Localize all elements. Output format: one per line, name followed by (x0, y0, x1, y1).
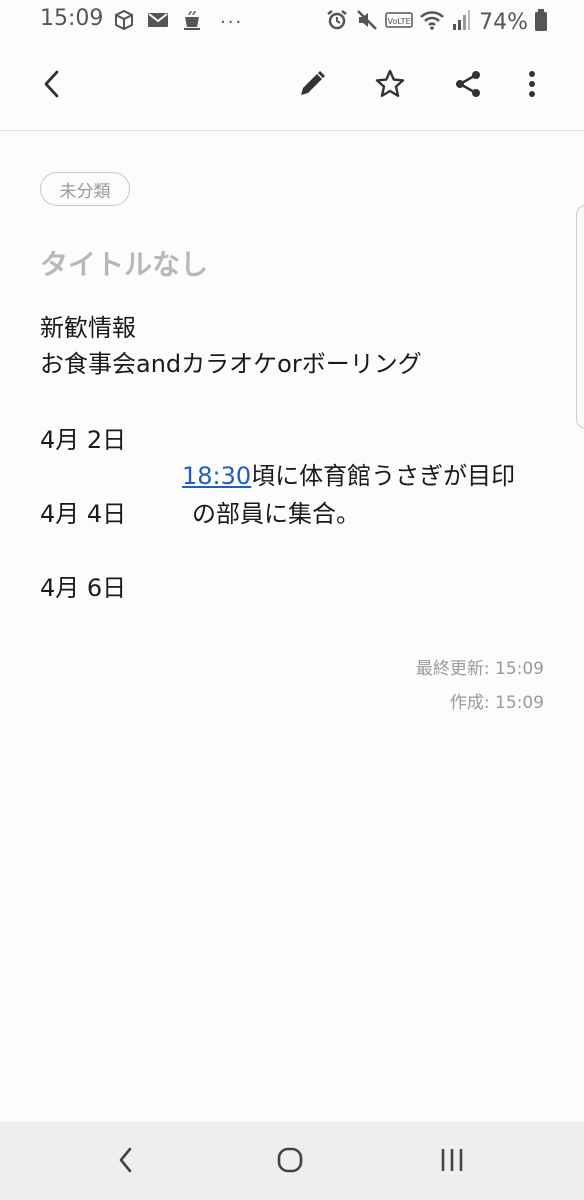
note-screen: 15:09 ··· VoLTE 74% 未分類 タイトルなし 新歓情報 お食事会… (0, 0, 584, 1200)
mute-icon (355, 8, 379, 36)
note-line: 4月 2日 (40, 426, 127, 454)
svg-text:VoLTE: VoLTE (388, 17, 411, 26)
nav-recents-icon (439, 1147, 465, 1177)
created-text: 作成: 15:09 (449, 693, 544, 713)
cup-icon (180, 8, 204, 36)
nav-recents-button[interactable] (430, 1140, 474, 1184)
nav-back-button[interactable] (104, 1140, 148, 1184)
volte-icon: VoLTE (385, 10, 413, 34)
share-icon (453, 69, 483, 103)
note-line: 18:30頃に体育館うさぎが目印 (182, 456, 515, 491)
battery-percent: 74% (479, 9, 528, 35)
note-line: 4月 6日 (40, 574, 127, 602)
status-time: 15:09 (40, 6, 104, 31)
nav-home-icon (276, 1146, 304, 1178)
note-line: お食事会andカラオケorボーリング (40, 350, 422, 378)
nav-back-icon (116, 1146, 136, 1178)
navigation-bar (0, 1122, 584, 1200)
scroll-handle[interactable] (576, 205, 584, 429)
more-vertical-icon (527, 69, 537, 103)
note-line-text: 頃に体育館うさぎが目印 (251, 462, 516, 490)
note-line: の部員に集合。 (192, 500, 360, 528)
note-line: 新歓情報 (40, 314, 136, 342)
status-bar: 15:09 ··· VoLTE 74% (0, 0, 584, 40)
time-link[interactable]: 18:30 (182, 462, 251, 490)
note-title[interactable]: タイトルなし (40, 243, 208, 283)
status-system-icons: VoLTE 74% (325, 8, 548, 36)
alarm-icon (325, 8, 349, 36)
chevron-left-icon (40, 69, 64, 103)
more-options-button[interactable] (510, 64, 554, 108)
pencil-icon (297, 69, 327, 103)
star-icon (374, 68, 406, 104)
nav-home-button[interactable] (268, 1140, 312, 1184)
battery-icon (534, 8, 548, 36)
last-updated-text: 最終更新: 15:09 (415, 659, 544, 679)
share-button[interactable] (446, 64, 490, 108)
note-line: 4月 4日 (40, 500, 127, 528)
more-notifications-indicator: ··· (220, 11, 244, 33)
note-toolbar (0, 42, 584, 131)
wifi-icon (419, 8, 445, 36)
signal-icon (451, 8, 471, 36)
box-icon (112, 8, 136, 36)
edit-button[interactable] (290, 64, 334, 108)
status-notification-icons: ··· (112, 8, 243, 36)
back-button[interactable] (30, 64, 74, 108)
mail-icon (146, 8, 170, 36)
category-chip[interactable]: 未分類 (40, 172, 130, 206)
favorite-button[interactable] (368, 64, 412, 108)
